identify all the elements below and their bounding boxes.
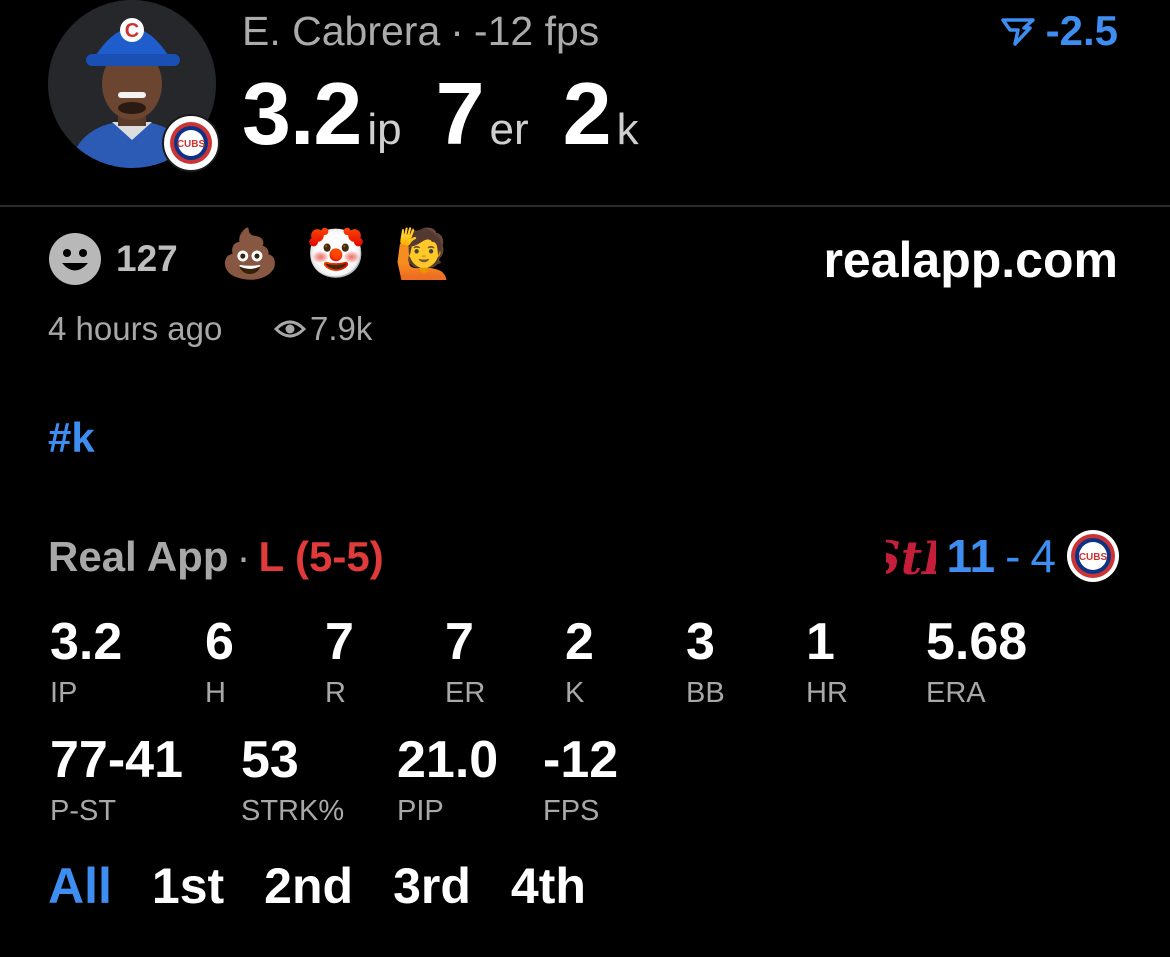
tab-4th[interactable]: 4th	[511, 856, 586, 916]
stat-label: BB	[686, 677, 725, 709]
stat-hr: 1 HR	[806, 614, 848, 710]
view-count: 7.9k	[274, 310, 372, 348]
player-name[interactable]: E. Cabrera	[242, 8, 440, 54]
stat-value: 7	[325, 613, 354, 671]
svg-text:StL: StL	[886, 531, 936, 584]
stat-label: ER	[445, 677, 486, 709]
stat-value: -12	[543, 731, 619, 789]
stat-value: 77-41	[50, 731, 183, 789]
innings-tabs: All 1st 2nd 3rd 4th	[48, 856, 586, 916]
poop-emoji[interactable]: 💩	[220, 228, 280, 282]
tab-1st[interactable]: 1st	[152, 856, 224, 916]
timestamp: 4 hours ago	[48, 310, 223, 347]
stat-pitches-strikes: 77-41 P-ST	[50, 732, 183, 828]
tab-2nd[interactable]: 2nd	[264, 856, 353, 916]
view-count-value: 7.9k	[310, 310, 373, 347]
losing-score: 4	[1030, 530, 1056, 582]
stat-label: K	[565, 677, 585, 709]
game-result: L (5-5)	[258, 533, 384, 580]
stat-value: 2	[565, 613, 594, 671]
stat-r: 7 R	[325, 614, 354, 710]
strikeouts-value: 2	[562, 64, 612, 163]
stat-pip: 21.0 PIP	[397, 732, 498, 828]
stat-value: 3.2	[50, 613, 123, 671]
stat-er: 7 ER	[445, 614, 485, 710]
header-divider	[0, 205, 1170, 207]
player-summary: E. Cabrera · -12 fps	[242, 6, 599, 56]
stat-label: R	[325, 677, 346, 709]
stat-value: 1	[806, 613, 835, 671]
person-emoji[interactable]: 🙋	[394, 228, 454, 282]
strikeouts-unit: k	[616, 105, 639, 154]
earned-runs-value: 7	[435, 64, 485, 163]
separator: ·	[450, 8, 464, 54]
svg-text:C: C	[125, 20, 139, 42]
eye-icon	[274, 320, 306, 338]
score-delta[interactable]: -2.5	[1000, 6, 1118, 56]
stat-label: P-ST	[50, 795, 117, 827]
clown-emoji[interactable]: 🤡	[306, 228, 366, 282]
innings-unit: ip	[367, 105, 402, 154]
smiley-icon[interactable]	[48, 232, 102, 286]
svg-text:CUBS: CUBS	[177, 139, 206, 150]
stat-label: FPS	[543, 795, 600, 827]
separator: ·	[236, 533, 251, 580]
reaction-count: 127	[116, 238, 178, 279]
stat-label: H	[205, 677, 226, 709]
real-logo-icon	[1000, 18, 1035, 46]
stat-value: 6	[205, 613, 234, 671]
hashtag-link[interactable]: #k	[48, 414, 95, 462]
cubs-logo-icon: CUBS	[1067, 530, 1119, 582]
game-result-line: Real App · L (5-5)	[48, 532, 384, 582]
stat-label: HR	[806, 677, 848, 709]
cardinals-logo-icon: StL	[886, 531, 936, 584]
app-name: Real App	[48, 533, 229, 580]
fps-text: -12 fps	[473, 8, 600, 54]
stat-value: 7	[445, 613, 474, 671]
cubs-logo-icon: CUBS	[162, 114, 220, 172]
stat-value: 53	[241, 731, 299, 789]
stat-strike-pct: 53 STRK%	[241, 732, 344, 828]
earned-runs-unit: er	[489, 105, 529, 154]
stat-value: 3	[686, 613, 715, 671]
site-link[interactable]: realapp.com	[823, 232, 1118, 288]
stat-label: IP	[50, 677, 78, 709]
stat-value: 21.0	[397, 731, 499, 789]
stat-label: PIP	[397, 795, 444, 827]
stat-label: STRK%	[241, 795, 345, 827]
stat-ip: 3.2 IP	[50, 614, 122, 710]
stat-fps: -12 FPS	[543, 732, 618, 828]
tab-all[interactable]: All	[48, 856, 112, 916]
tab-3rd[interactable]: 3rd	[393, 856, 471, 916]
winning-score: 11	[946, 530, 996, 582]
pitching-line: 3.2 ip 7 er 2 k	[242, 64, 639, 190]
stat-era: 5.68 ERA	[926, 614, 1027, 710]
svg-text:CUBS: CUBS	[1079, 552, 1108, 563]
stat-h: 6 H	[205, 614, 234, 710]
stat-bb: 3 BB	[686, 614, 725, 710]
stat-label: ERA	[926, 677, 986, 709]
final-score[interactable]: StL 11-4 CUBS	[886, 528, 1120, 584]
innings-value: 3.2	[242, 64, 362, 163]
score-dash: -	[1005, 530, 1021, 582]
stat-value: 5.68	[926, 613, 1028, 671]
stat-k: 2 K	[565, 614, 594, 710]
score-delta-value: -2.5	[1045, 7, 1118, 54]
